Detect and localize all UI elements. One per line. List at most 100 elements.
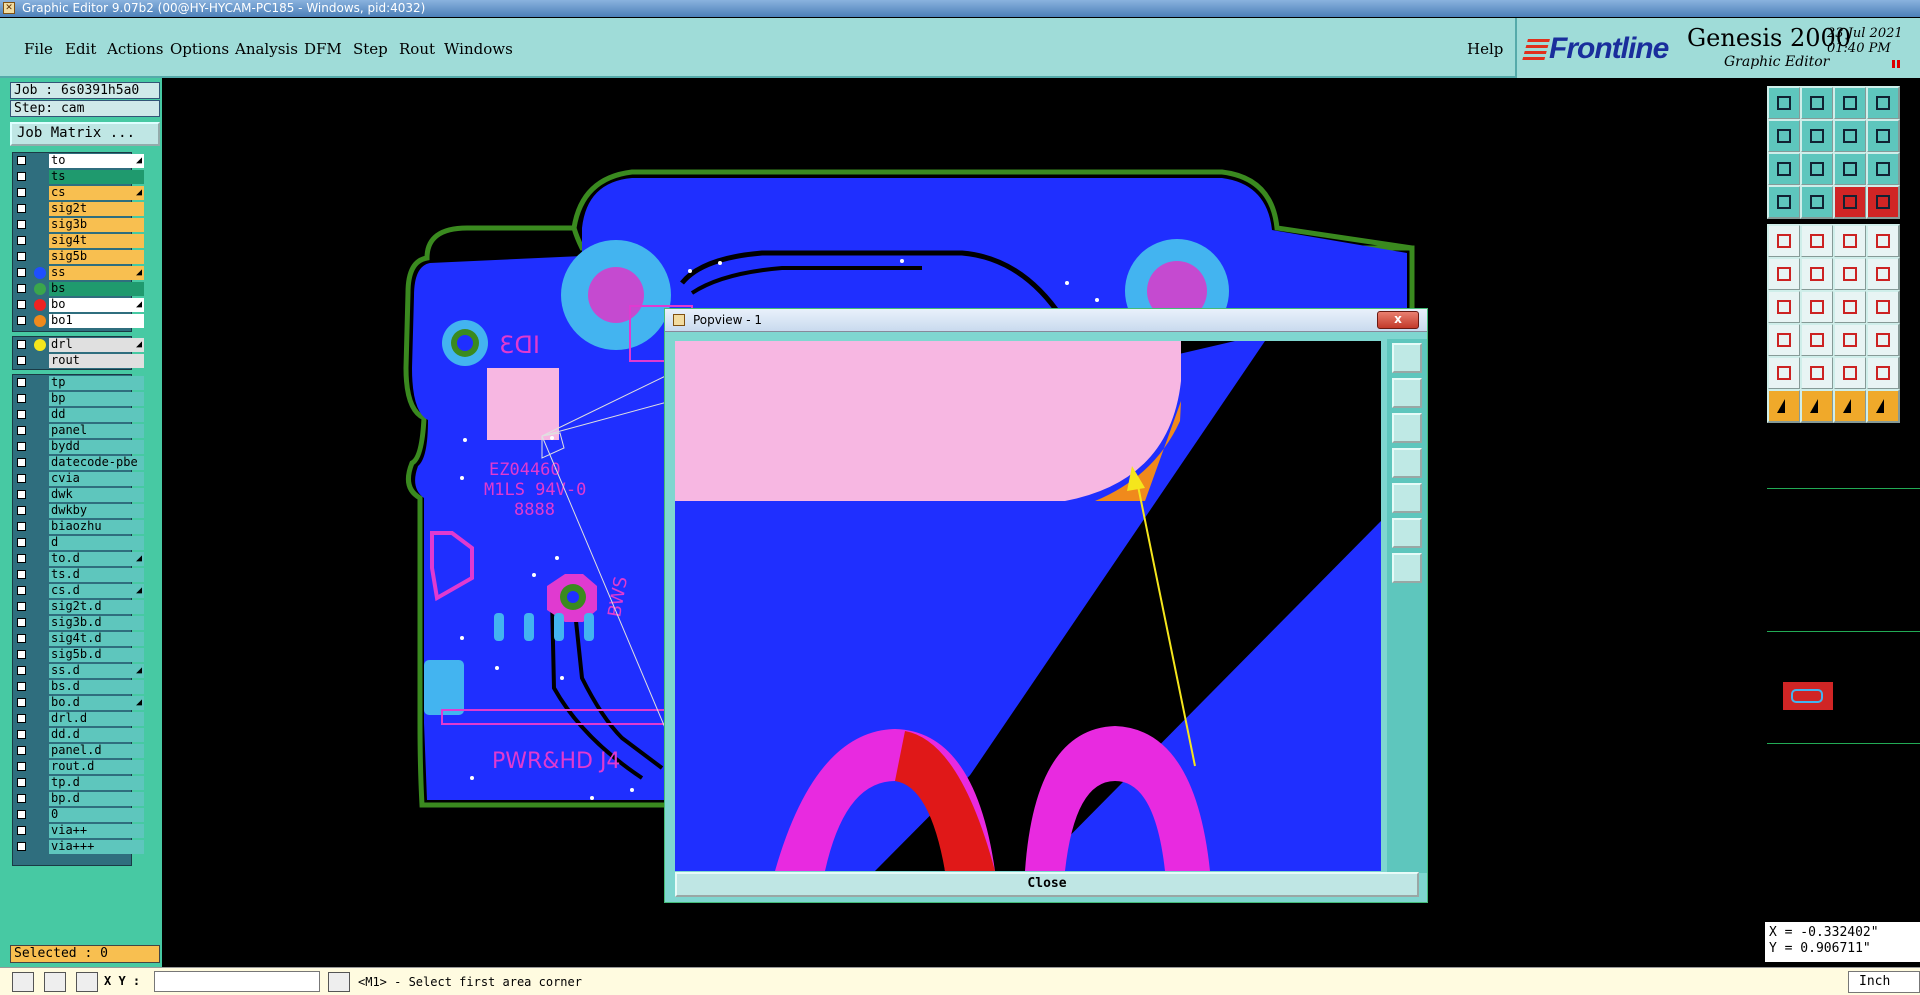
layer-name[interactable]: bs [49, 282, 144, 296]
layer-up-icon[interactable] [1392, 378, 1422, 408]
menu-rout[interactable]: Rout [399, 40, 435, 58]
layer-name[interactable]: dwkby [49, 504, 144, 518]
window-title-bar[interactable]: ✕ Graphic Editor 9.07b2 (00@HY-HYCAM-PC1… [0, 0, 1920, 17]
layer-name[interactable]: ss ◢ [49, 266, 144, 280]
layer-row-sig3b[interactable]: sig3b [13, 217, 144, 233]
layer-row-tp-d[interactable]: tp.d [13, 775, 144, 791]
layer-name[interactable]: to ◢ [49, 154, 144, 168]
layer-row-via---[interactable]: via+++ [13, 839, 144, 855]
fit-icon[interactable] [1392, 518, 1422, 548]
cross-icon[interactable] [1800, 257, 1834, 291]
triangle3-icon[interactable] [1833, 356, 1867, 390]
zoom-left-icon[interactable] [1392, 448, 1422, 478]
layer-checkbox[interactable] [17, 356, 26, 365]
layer-checkbox[interactable] [17, 378, 26, 387]
menu-edit[interactable]: Edit [65, 40, 96, 58]
layer-row-ss[interactable]: ss ◢ [13, 265, 144, 281]
layer-row-bo-d[interactable]: bo.d ◢ [13, 695, 144, 711]
layer-name[interactable]: sig4t.d [49, 632, 144, 646]
layer-row-panel-d[interactable]: panel.d [13, 743, 144, 759]
layer-down-icon[interactable] [1392, 413, 1422, 443]
layer-name[interactable]: panel [49, 424, 144, 438]
layer-name[interactable]: sig3b.d [49, 616, 144, 630]
select-route-icon[interactable] [1866, 389, 1900, 423]
layer-checkbox[interactable] [17, 778, 26, 787]
layer-checkbox[interactable] [17, 188, 26, 197]
layer-checkbox[interactable] [17, 650, 26, 659]
layer-row-dwkby[interactable]: dwkby [13, 503, 144, 519]
split-view-icon[interactable] [1866, 86, 1900, 120]
layer-row-bydd[interactable]: bydd [13, 439, 144, 455]
snap-icon[interactable] [1767, 185, 1801, 219]
layer-name[interactable]: cs ◢ [49, 186, 144, 200]
popview-canvas[interactable] [675, 341, 1381, 871]
layer-row-sig3b-d[interactable]: sig3b.d [13, 615, 144, 631]
calc-icon[interactable] [1866, 323, 1900, 357]
fit-icon[interactable] [1767, 152, 1801, 186]
job-matrix-button[interactable]: Job Matrix ... [10, 122, 160, 146]
layer-row-bo1[interactable]: bo1 [13, 313, 144, 329]
layer-name[interactable]: 0 [49, 808, 144, 822]
zoom-tool-icon[interactable] [12, 972, 34, 992]
layer-row-rout-d[interactable]: rout.d [13, 759, 144, 775]
layer-checkbox[interactable] [17, 810, 26, 819]
unit-selector[interactable]: Inch [1848, 971, 1920, 993]
ratio-icon[interactable] [1833, 152, 1867, 186]
layer-row-bs[interactable]: bs [13, 281, 144, 297]
center-icon[interactable] [1800, 152, 1834, 186]
pad-icon[interactable] [1767, 224, 1801, 258]
layer-row-datecode-pbe[interactable]: datecode-pbe [13, 455, 144, 471]
select-plus-icon[interactable] [1800, 389, 1834, 423]
layer-row-bp[interactable]: bp [13, 391, 144, 407]
layer-row-panel[interactable]: panel [13, 423, 144, 439]
layer-row-to-d[interactable]: to.d ◢ [13, 551, 144, 567]
diagonal-icon[interactable] [1800, 290, 1834, 324]
scale-icon[interactable] [1866, 119, 1900, 153]
probe-icon[interactable] [1833, 257, 1867, 291]
layer-name[interactable]: rout [49, 354, 144, 368]
layer-name[interactable]: dd.d [49, 728, 144, 742]
node-icon[interactable] [1767, 323, 1801, 357]
layer-checkbox[interactable] [17, 284, 26, 293]
layer-name[interactable]: bo.d ◢ [49, 696, 144, 710]
layer-name[interactable]: tp [49, 376, 144, 390]
layer-name[interactable]: sig5b.d [49, 648, 144, 662]
angle-icon[interactable] [1800, 224, 1834, 258]
layer-row-sig5b[interactable]: sig5b [13, 249, 144, 265]
layer-checkbox[interactable] [17, 340, 26, 349]
layer-checkbox[interactable] [17, 730, 26, 739]
layer-checkbox[interactable] [17, 842, 26, 851]
popview-close-x-button[interactable]: x [1377, 311, 1419, 329]
layer-name[interactable]: via++ [49, 824, 144, 838]
layer-row-ss-d[interactable]: ss.d ◢ [13, 663, 144, 679]
layer-checkbox[interactable] [17, 746, 26, 755]
home-icon[interactable] [1833, 86, 1867, 120]
measure-icon[interactable] [1833, 224, 1867, 258]
layer-name[interactable]: bo ◢ [49, 298, 144, 312]
text-icon[interactable] [1866, 290, 1900, 324]
layer-row-cs-d[interactable]: cs.d ◢ [13, 583, 144, 599]
connect-icon[interactable] [1767, 257, 1801, 291]
select-arrow-icon[interactable] [1767, 389, 1801, 423]
layer-row-dwk[interactable]: dwk [13, 487, 144, 503]
layer-row-dd-d[interactable]: dd.d [13, 727, 144, 743]
layer-row-bp-d[interactable]: bp.d [13, 791, 144, 807]
layer-checkbox[interactable] [17, 268, 26, 277]
menu-file[interactable]: File [24, 40, 53, 58]
xy-input[interactable] [154, 971, 320, 992]
triangle-icon[interactable] [1767, 356, 1801, 390]
layer-name[interactable]: sig3b [49, 218, 144, 232]
layer-checkbox[interactable] [17, 714, 26, 723]
grid-icon[interactable] [1800, 185, 1834, 219]
menu-step[interactable]: Step [353, 40, 388, 58]
menu-windows[interactable]: Windows [444, 40, 513, 58]
layer-row-sig2t-d[interactable]: sig2t.d [13, 599, 144, 615]
select-move-icon[interactable] [1833, 389, 1867, 423]
layer-checkbox[interactable] [17, 252, 26, 261]
layer-row-ts-d[interactable]: ts.d [13, 567, 144, 583]
layer-name[interactable]: rout.d [49, 760, 144, 774]
dimension-icon[interactable] [1833, 323, 1867, 357]
layer-name[interactable]: datecode-pbe [49, 456, 144, 470]
layer-name[interactable]: bydd [49, 440, 144, 454]
layer-row-dd[interactable]: dd [13, 407, 144, 423]
